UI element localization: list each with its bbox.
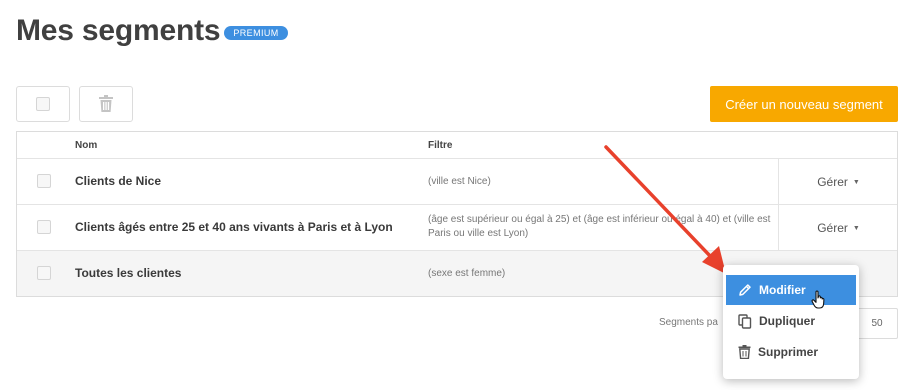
premium-badge: PREMIUM bbox=[224, 26, 288, 40]
manage-dropdown[interactable]: Gérer ▼ bbox=[778, 159, 898, 204]
per-page-select[interactable]: 50 bbox=[856, 308, 898, 339]
table-row[interactable]: Clients de Nice (ville est Nice) Gérer ▼ bbox=[17, 159, 897, 205]
segment-filter: (âge est supérieur ou égal à 25) et (âge… bbox=[428, 214, 771, 239]
column-header-name[interactable]: Nom bbox=[75, 140, 97, 151]
menu-item-label: Modifier bbox=[759, 283, 806, 297]
page-title: Mes segments bbox=[16, 14, 221, 47]
column-header-filter[interactable]: Filtre bbox=[428, 140, 452, 151]
manage-dropdown[interactable]: Gérer ▼ bbox=[778, 205, 898, 250]
manage-context-menu: Modifier Dupliquer Supprimer bbox=[723, 265, 859, 379]
caret-down-icon: ▼ bbox=[852, 225, 860, 232]
trash-icon bbox=[738, 345, 751, 359]
segment-name[interactable]: Clients de Nice bbox=[75, 174, 161, 188]
page-header: Mes segments PREMIUM bbox=[16, 14, 288, 48]
table-row[interactable]: Clients âgés entre 25 et 40 ans vivants … bbox=[17, 205, 897, 251]
menu-item-modifier[interactable]: Modifier bbox=[726, 275, 856, 305]
manage-label: Gérer bbox=[817, 174, 848, 189]
bulk-delete-button[interactable] bbox=[79, 86, 133, 122]
hand-cursor-icon bbox=[811, 290, 825, 309]
table-header: Nom Filtre bbox=[17, 132, 897, 159]
select-all-button[interactable] bbox=[16, 86, 70, 122]
copy-icon bbox=[738, 313, 752, 329]
menu-item-label: Dupliquer bbox=[759, 314, 815, 328]
trash-icon bbox=[99, 95, 113, 112]
menu-item-supprimer[interactable]: Supprimer bbox=[726, 337, 856, 367]
pagination-label: Segments pa bbox=[659, 317, 718, 328]
segment-name[interactable]: Toutes les clientes bbox=[75, 266, 181, 280]
menu-item-dupliquer[interactable]: Dupliquer bbox=[726, 306, 856, 336]
caret-down-icon: ▼ bbox=[852, 179, 860, 186]
select-all-checkbox[interactable] bbox=[36, 97, 50, 111]
row-checkbox[interactable] bbox=[37, 174, 51, 188]
segment-filter: (ville est Nice) bbox=[428, 176, 491, 187]
pencil-icon bbox=[739, 284, 751, 296]
row-checkbox[interactable] bbox=[37, 266, 51, 280]
create-segment-button[interactable]: Créer un nouveau segment bbox=[710, 86, 898, 122]
segment-name[interactable]: Clients âgés entre 25 et 40 ans vivants … bbox=[75, 220, 393, 234]
per-page-value: 50 bbox=[871, 318, 883, 329]
manage-label: Gérer bbox=[817, 220, 848, 235]
menu-item-label: Supprimer bbox=[758, 345, 819, 359]
row-checkbox[interactable] bbox=[37, 220, 51, 234]
